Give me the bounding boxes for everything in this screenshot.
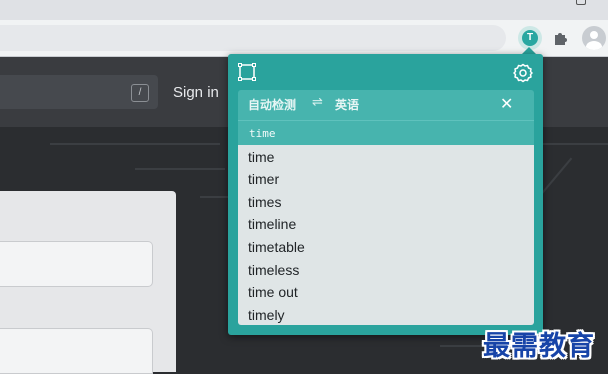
suggestion-item[interactable]: timeline [248,213,296,235]
gear-icon[interactable] [513,63,533,83]
query-text: time [249,127,276,140]
tab-strip [0,0,608,20]
avatar-head [590,31,598,39]
address-bar[interactable] [0,25,506,51]
suggestion-item[interactable]: timeless [248,259,299,281]
suggestion-item[interactable]: timer [248,168,279,190]
decorative-line [536,143,608,145]
watermark: 最需教育 [483,331,595,362]
profile-avatar-icon[interactable] [582,26,606,50]
suggestion-item[interactable]: timetable [248,236,305,258]
swap-icon[interactable]: ⇌ [312,94,323,110]
suggestion-item[interactable]: time [248,146,274,168]
avatar-body [586,41,602,50]
query-input[interactable] [238,120,534,146]
form-input[interactable] [0,241,153,287]
puzzle-icon[interactable] [552,29,570,47]
target-language-select[interactable]: 英语 [335,96,359,113]
window-restore-icon[interactable] [576,0,586,5]
decorative-line [200,196,230,198]
decorative-line [50,143,220,145]
close-icon[interactable]: ✕ [500,96,513,114]
suggestion-item[interactable]: time out [248,281,298,303]
translate-logo-icon: T [522,30,538,46]
search-shortcut-hint: / [131,84,149,102]
suggestion-item[interactable]: timely [248,304,285,326]
source-language-select[interactable]: 自动检测 [248,96,296,113]
popup-arrow [522,47,536,54]
screenshot-frame-icon[interactable] [238,63,256,81]
browser-toolbar: T [0,20,608,57]
decorative-line [135,168,225,170]
sign-in-link[interactable]: Sign in [173,84,219,101]
form-input[interactable] [0,328,153,374]
suggestion-item[interactable]: times [248,191,281,213]
